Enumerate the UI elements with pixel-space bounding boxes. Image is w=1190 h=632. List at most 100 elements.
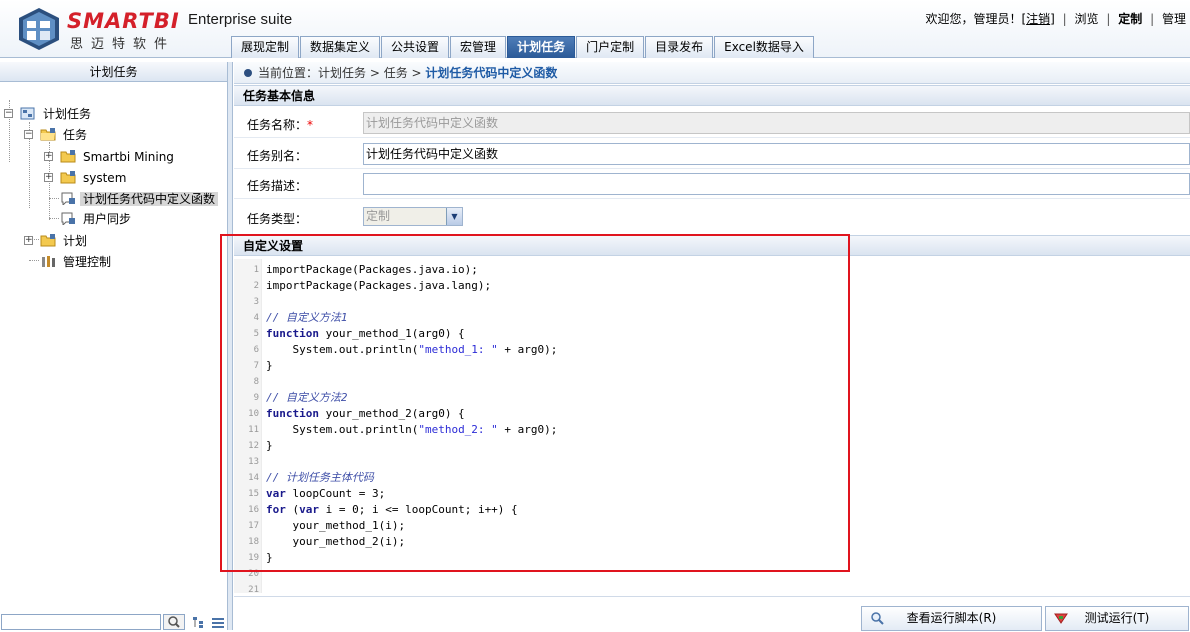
task-icon <box>61 212 75 225</box>
line-number: 3 <box>253 297 259 307</box>
code-line: your_method_1(i); <box>266 519 406 532</box>
line-number: 21 <box>248 585 259 593</box>
tab-catalog-publish[interactable]: 目录发布 <box>645 36 714 58</box>
smartbi-logo-icon <box>19 8 59 50</box>
line-number: 12 <box>248 441 259 451</box>
tree-guide <box>29 260 39 261</box>
code-editor[interactable]: 1 2 3 4 5 6 7 8 9 10 11 12 13 14 15 16 1… <box>234 259 1190 593</box>
task-desc-input[interactable] <box>363 173 1190 195</box>
tree-item-root[interactable]: 计划任务 <box>20 105 94 123</box>
tab-dataset-define[interactable]: 数据集定义 <box>300 36 381 58</box>
brand-logo-text: SMARTBI <box>67 9 180 33</box>
brand-cn-text: 思迈特软件 <box>70 37 176 52</box>
code-line: your_method_2(i); <box>266 535 406 548</box>
tree-item-label: 计划任务代码中定义函数 <box>80 192 219 206</box>
panel-splitter[interactable] <box>228 62 233 630</box>
action-bar: 查看运行脚本(R) 测试运行(T) <box>234 596 1190 631</box>
tab-scheduled-tasks[interactable]: 计划任务 <box>507 36 576 58</box>
app-header: SMARTBI 思迈特软件 Enterprise suite 欢迎您，管理员！[… <box>0 0 1190 58</box>
tools-icon <box>42 256 55 267</box>
tree-item-user-sync[interactable]: 用户同步 <box>60 210 134 228</box>
tree-item-custom-task[interactable]: 计划任务代码中定义函数 <box>60 190 219 208</box>
tree-item-label: 计划 <box>63 234 88 248</box>
tree-item-label: 管理控制 <box>63 255 112 269</box>
row-task-name: 任务名称：* 计划任务代码中定义函数 <box>234 108 1190 138</box>
task-type-label: 任务类型： <box>247 212 308 226</box>
tree-item-control[interactable]: 管理控制 <box>40 253 114 271</box>
sidebar: 计划任务 − 计划任务 − 任务 + Smartbi Mining + syst… <box>0 62 228 630</box>
expand-toggle[interactable]: + <box>44 173 53 182</box>
tree-item-plans[interactable]: 计划 <box>40 232 90 250</box>
line-number: 1 <box>253 265 259 275</box>
code-line: function your_method_1(arg0) { <box>266 327 465 340</box>
line-number: 4 <box>253 313 259 323</box>
tab-display-custom[interactable]: 展现定制 <box>231 36 300 58</box>
search-icon <box>168 616 180 628</box>
line-number: 9 <box>253 393 259 403</box>
magnifier-icon <box>871 612 884 625</box>
chevron-down-icon: ▼ <box>446 208 462 225</box>
line-number: 7 <box>253 361 259 371</box>
line-number: 15 <box>248 489 259 499</box>
browse-link[interactable]: 浏览 <box>1075 12 1099 26</box>
logout-link[interactable]: 注销 <box>1026 12 1050 26</box>
test-run-icon <box>1054 613 1068 624</box>
folder-icon <box>40 234 56 247</box>
required-mark: * <box>307 118 314 132</box>
code-line: } <box>266 439 273 452</box>
separator: | <box>1150 12 1155 26</box>
tree-search-button[interactable] <box>163 614 185 630</box>
folder-open-icon <box>40 128 56 141</box>
expand-toggle[interactable]: + <box>44 152 53 161</box>
line-number: 16 <box>248 505 259 515</box>
collapse-toggle[interactable]: − <box>4 109 13 118</box>
section-basic-info: 任务基本信息 <box>234 85 1190 106</box>
tab-excel-import[interactable]: Excel数据导入 <box>714 36 814 58</box>
sidebar-title: 计划任务 <box>0 62 227 82</box>
code-line: System.out.println("method_2: " + arg0); <box>266 423 558 436</box>
suite-title: Enterprise suite <box>188 11 293 28</box>
code-line: System.out.println("method_1: " + arg0); <box>266 343 558 356</box>
line-number: 5 <box>253 329 259 339</box>
tab-macro-manage[interactable]: 宏管理 <box>450 36 507 58</box>
code-comment: // 计划任务主体代码 <box>266 471 374 484</box>
manage-link[interactable]: 管理 <box>1162 12 1186 26</box>
task-desc-label: 任务描述： <box>247 179 308 193</box>
code-line: for (var i = 0; i <= loopCount; i++) { <box>266 503 518 516</box>
list-view-icon[interactable] <box>211 616 225 629</box>
tree-view-icon[interactable] <box>192 616 206 629</box>
row-task-type: 任务类型： 定制 ▼ <box>234 201 1190 234</box>
tree-guide <box>49 218 59 219</box>
view-script-button[interactable]: 查看运行脚本(R) <box>861 606 1042 631</box>
line-number: 17 <box>248 521 259 531</box>
tree-item-tasks[interactable]: 任务 <box>40 126 90 144</box>
user-links: 欢迎您，管理员！[注销] | 浏览 | 定制 | 管理 <box>925 10 1186 27</box>
task-type-select[interactable]: 定制 ▼ <box>363 207 463 226</box>
folder-icon <box>60 150 76 163</box>
line-number: 8 <box>253 377 259 387</box>
tree-item-label: 用户同步 <box>83 212 132 226</box>
line-number: 10 <box>248 409 259 419</box>
tree-item-system[interactable]: system <box>60 169 129 187</box>
main-tabs: 展现定制 数据集定义 公共设置 宏管理 计划任务 门户定制 目录发布 Excel… <box>231 36 815 58</box>
tab-portal-custom[interactable]: 门户定制 <box>576 36 645 58</box>
test-run-button[interactable]: 测试运行(T) <box>1045 606 1189 631</box>
test-run-label: 测试运行(T) <box>1084 611 1150 625</box>
line-number: 11 <box>248 425 259 435</box>
tree-item-smartbi-mining[interactable]: Smartbi Mining <box>60 148 177 166</box>
code-line: } <box>266 551 273 564</box>
welcome-end: ] <box>1050 12 1055 26</box>
task-name-input[interactable]: 计划任务代码中定义函数 <box>363 112 1190 134</box>
collapse-toggle[interactable]: − <box>24 130 33 139</box>
tab-public-settings[interactable]: 公共设置 <box>381 36 450 58</box>
custom-link[interactable]: 定制 <box>1118 12 1142 26</box>
task-icon <box>61 192 75 205</box>
code-line: } <box>266 359 273 372</box>
expand-toggle[interactable]: + <box>24 236 33 245</box>
task-type-value: 定制 <box>366 209 391 223</box>
tree-search-input[interactable] <box>1 614 161 630</box>
task-alias-input[interactable]: 计划任务代码中定义函数 <box>363 143 1190 165</box>
line-number: 19 <box>248 553 259 563</box>
tree-item-label: 计划任务 <box>43 107 92 121</box>
code-line: function your_method_2(arg0) { <box>266 407 465 420</box>
